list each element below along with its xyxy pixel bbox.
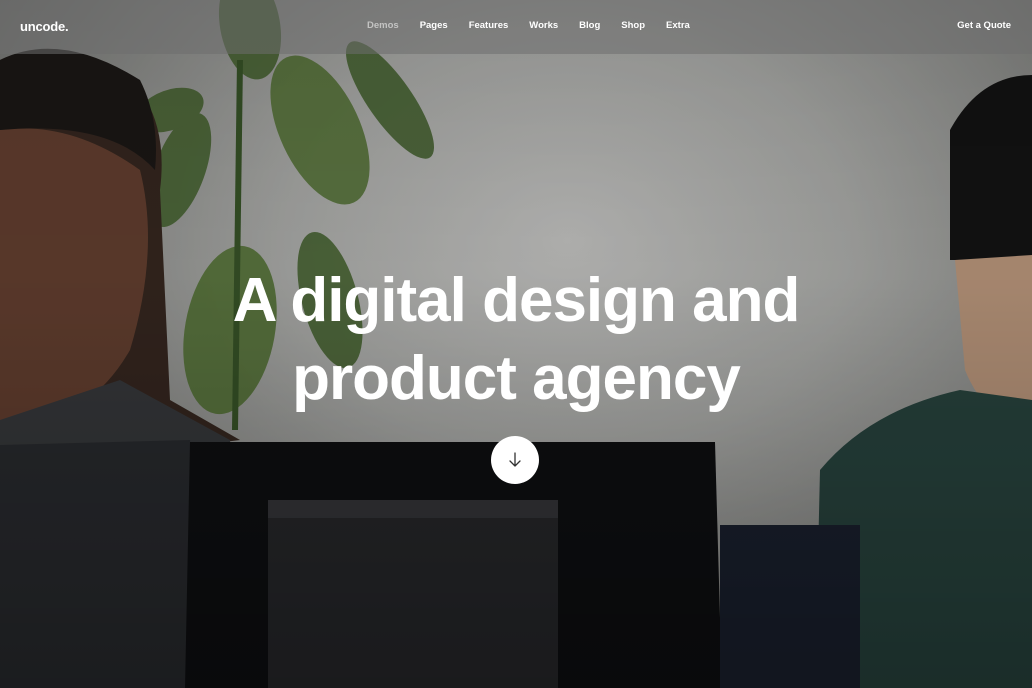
hero-section: A digital design and product agency <box>0 0 1032 688</box>
menu-item-pages[interactable]: Pages <box>420 20 448 31</box>
menu-item-demos[interactable]: Demos <box>367 20 399 31</box>
headline-line-1: A digital design and <box>232 266 801 335</box>
arrow-down-icon <box>509 452 521 467</box>
site-logo[interactable]: uncode. <box>20 19 69 34</box>
hero-headline: A digital design and product agency <box>0 262 1032 418</box>
menu-item-works[interactable]: Works <box>529 20 558 31</box>
menu-item-shop[interactable]: Shop <box>621 20 645 31</box>
menu-item-extra[interactable]: Extra <box>666 20 690 31</box>
scroll-down-button[interactable] <box>491 436 539 484</box>
headline-line-2: product agency <box>292 344 741 413</box>
top-navigation-bar: uncode. Demos Pages Features Works Blog … <box>0 0 1032 54</box>
menu-item-features[interactable]: Features <box>469 20 509 31</box>
main-menu: Demos Pages Features Works Blog Shop Ext… <box>367 20 711 31</box>
menu-item-blog[interactable]: Blog <box>579 20 600 31</box>
get-a-quote-link[interactable]: Get a Quote <box>957 20 1011 31</box>
